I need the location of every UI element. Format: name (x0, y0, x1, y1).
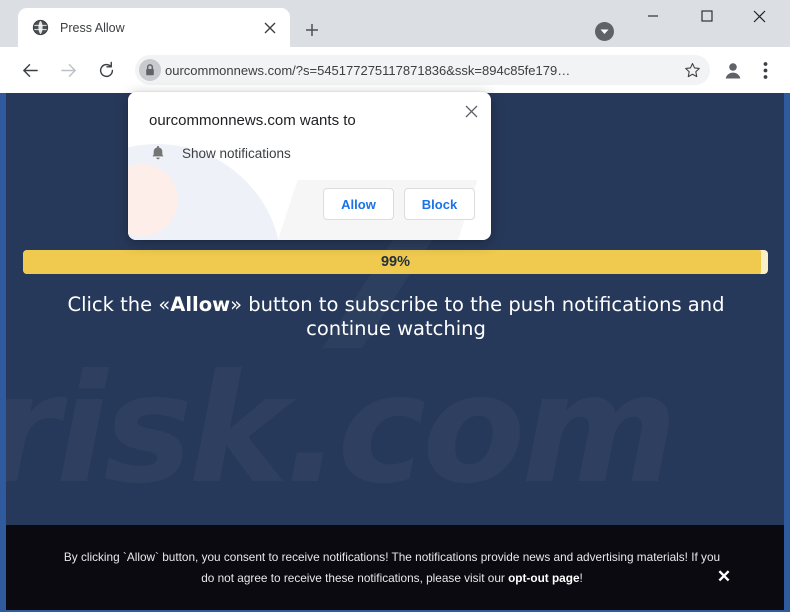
dialog-close-icon[interactable] (460, 100, 482, 122)
new-tab-button[interactable] (298, 16, 326, 44)
forward-button (53, 55, 83, 85)
plus-icon (306, 24, 318, 36)
consent-banner: By clicking `Allow` button, you consent … (6, 525, 784, 610)
reload-button[interactable] (91, 55, 121, 85)
dialog-title: ourcommonnews.com wants to (149, 112, 356, 129)
close-glyph (465, 105, 477, 117)
window-maximize-button[interactable] (684, 0, 730, 32)
headline-suffix: » button to subscribe to the push notifi… (230, 293, 725, 340)
page-headline: Click the «Allow» button to subscribe to… (51, 293, 741, 341)
maximize-icon (701, 10, 713, 22)
watermark-bottom: risk.com (6, 343, 674, 517)
address-bar-url[interactable]: ourcommonnews.com/?s=545177275117871836&… (165, 63, 678, 78)
globe-icon (32, 19, 49, 36)
profile-avatar[interactable] (718, 55, 748, 85)
bell-icon (152, 145, 164, 160)
allow-button[interactable]: Allow (323, 188, 394, 220)
dialog-actions: Allow Block (323, 188, 475, 220)
browser-tab-press-allow[interactable]: Press Allow (18, 8, 290, 47)
lock-glyph (139, 59, 161, 81)
tab-search-chevron-icon[interactable] (592, 19, 616, 43)
block-button[interactable]: Block (404, 188, 475, 220)
close-icon (753, 10, 765, 22)
window-close-button[interactable] (736, 0, 782, 32)
chevron-down-circle-icon (594, 21, 614, 41)
three-dot-menu-icon (763, 61, 767, 79)
notification-permission-dialog: ourcommonnews.com wants to Show notifica… (128, 92, 491, 240)
window-minimize-button[interactable] (630, 0, 676, 32)
headline-allow-word: Allow (170, 293, 231, 316)
browser-toolbar: ourcommonnews.com/?s=545177275117871836&… (0, 47, 790, 93)
consent-banner-close-icon[interactable]: ✕ (714, 567, 734, 587)
progress-bar: 99% (23, 250, 768, 274)
arrow-right-icon (60, 63, 76, 77)
consent-banner-text: By clicking `Allow` button, you consent … (6, 547, 784, 589)
consent-line-2-after: ! (579, 570, 583, 585)
lock-icon[interactable] (136, 56, 164, 84)
address-bar[interactable]: ourcommonnews.com/?s=545177275117871836&… (135, 55, 710, 85)
tab-title: Press Allow (60, 20, 125, 35)
tab-strip: Press Allow (0, 0, 790, 47)
tab-close-icon[interactable] (258, 16, 282, 40)
headline-prefix: Click the « (67, 293, 171, 316)
minimize-icon (648, 15, 658, 17)
opt-out-page-link[interactable]: opt-out page (508, 571, 579, 585)
back-button[interactable] (15, 55, 45, 85)
dialog-permission-row: Show notifications (149, 144, 291, 162)
star-glyph (684, 62, 700, 77)
progress-bar-label: 99% (380, 254, 411, 270)
chrome-menu-button[interactable] (750, 55, 780, 85)
close-glyph (264, 22, 276, 33)
consent-line-1: By clicking `Allow` button, you consent … (63, 549, 574, 564)
dialog-permission-label: Show notifications (182, 145, 291, 161)
arrow-left-icon (22, 63, 38, 77)
browser-window: Press Allow ourcommonnews.com/?s=5451772… (0, 0, 790, 612)
reload-icon (99, 61, 113, 77)
bookmark-star-icon[interactable] (678, 56, 706, 84)
person-icon (725, 63, 741, 79)
